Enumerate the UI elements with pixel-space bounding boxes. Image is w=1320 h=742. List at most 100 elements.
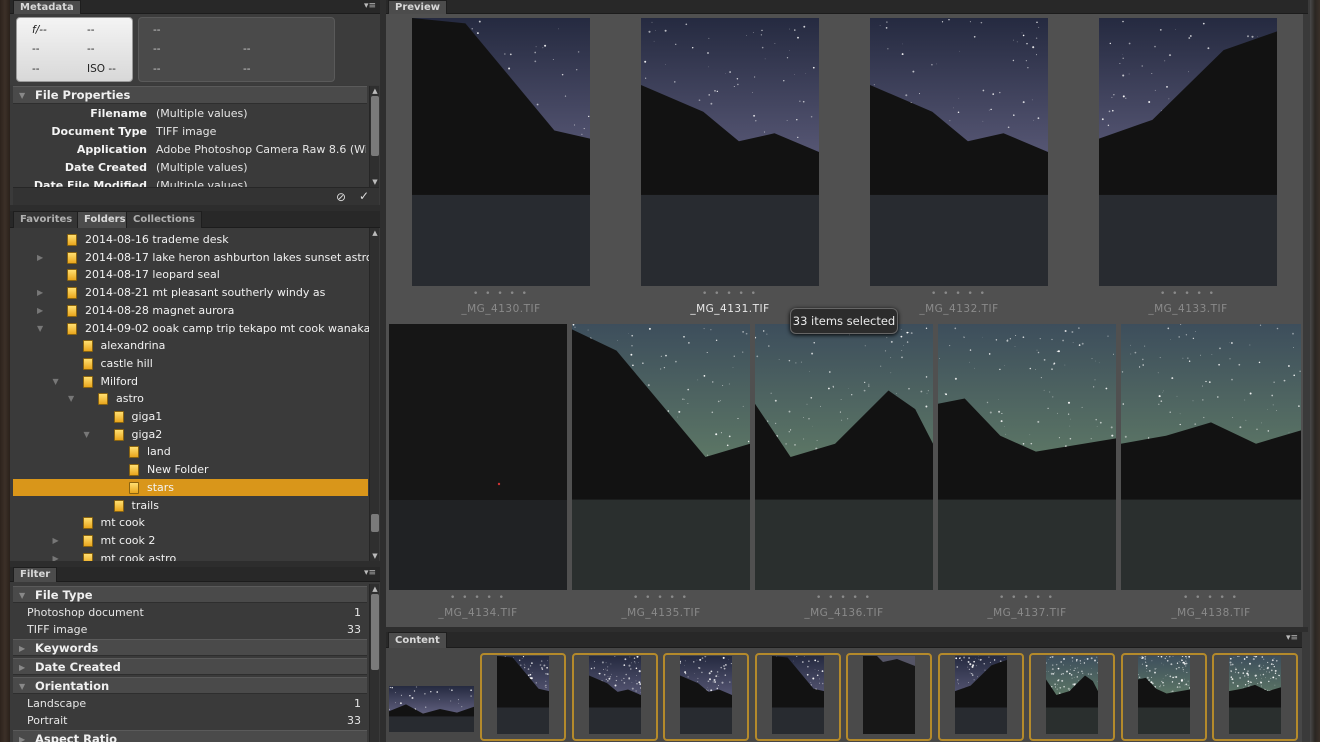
preview-image[interactable]	[870, 18, 1048, 286]
panel-menu-icon[interactable]: ▾≡	[364, 567, 376, 580]
folder-item[interactable]: ▶ 2014-08-17 lake heron ashburton lakes s…	[13, 249, 369, 266]
rating-dots[interactable]: • • • • •	[870, 290, 1048, 299]
scroll-thumb[interactable]	[371, 594, 379, 670]
scroll-thumb[interactable]	[371, 514, 379, 532]
rating-dots[interactable]: • • • • •	[572, 594, 750, 603]
filter-row[interactable]: Landscape 1	[13, 695, 367, 712]
tab-collections[interactable]: Collections	[126, 211, 202, 228]
preview-image[interactable]	[1121, 324, 1301, 590]
folder-item[interactable]: ▼ giga2	[13, 426, 368, 443]
rating-dots[interactable]: • • • • •	[1121, 594, 1301, 603]
scroll-down-arrow-icon[interactable]: ▼	[371, 552, 379, 560]
content-thumbnail[interactable]	[1029, 653, 1115, 741]
tab-preview[interactable]: Preview	[388, 0, 448, 14]
collapsed-triangle-icon[interactable]: ▶	[53, 550, 63, 561]
folder-item[interactable]: ▼ astro	[13, 390, 368, 407]
property-value[interactable]: (Multiple values)	[156, 105, 366, 122]
folder-item[interactable]: 2014-08-17 leopard seal	[13, 266, 368, 283]
folder-item[interactable]: New Folder	[13, 461, 368, 478]
property-value[interactable]: TIFF image	[156, 123, 366, 140]
folder-item[interactable]: ▶ mt cook astro	[13, 550, 368, 561]
rating-dots[interactable]: • • • • •	[938, 594, 1116, 603]
cancel-icon[interactable]: ⊘	[336, 190, 346, 204]
preview-image[interactable]	[938, 324, 1116, 590]
content-thumbnail[interactable]	[389, 686, 474, 732]
folder-label: 2014-08-17 lake heron ashburton lakes su…	[85, 250, 369, 264]
tab-favorites[interactable]: Favorites	[13, 211, 80, 228]
folder-item[interactable]: stars	[13, 478, 368, 496]
filter-row[interactable]: TIFF image 33	[13, 621, 367, 638]
preview-image[interactable]	[572, 324, 750, 590]
panel-menu-icon[interactable]: ▾≡	[364, 0, 376, 13]
rating-dots[interactable]: • • • • •	[389, 594, 567, 603]
folder-item[interactable]: trails	[13, 497, 368, 514]
property-value[interactable]: Adobe Photoshop Camera Raw 8.6 (Wind...	[156, 141, 366, 158]
property-value[interactable]: (Multiple values)	[156, 159, 366, 176]
folder-item[interactable]: giga1	[13, 408, 368, 425]
filter-section-header[interactable]: ▼ File Type	[13, 586, 367, 603]
panel-menu-icon[interactable]: ▾≡	[1286, 632, 1298, 645]
collapsed-triangle-icon[interactable]: ▶	[37, 249, 47, 266]
scroll-up-arrow-icon[interactable]: ▲	[371, 229, 379, 237]
expanded-triangle-icon[interactable]: ▼	[53, 373, 63, 390]
folder-item[interactable]: mt cook	[13, 514, 368, 531]
content-thumbnail[interactable]	[1120, 653, 1207, 741]
scroll-down-arrow-icon[interactable]: ▼	[371, 178, 379, 186]
filter-section-header[interactable]: ▶ Date Created	[13, 658, 367, 675]
filter-section-header[interactable]: ▶ Keywords	[13, 639, 367, 656]
rating-dots[interactable]: • • • • •	[412, 290, 590, 299]
folders-scrollbar[interactable]: ▲ ▼	[369, 228, 379, 561]
thumbnail-image	[771, 656, 824, 734]
filter-scrollbar[interactable]: ▲	[369, 584, 379, 742]
scroll-thumb[interactable]	[371, 96, 379, 156]
folder-item[interactable]: alexandrina	[13, 337, 368, 354]
expanded-triangle-icon[interactable]: ▼	[37, 320, 47, 337]
scroll-up-arrow-icon[interactable]: ▲	[371, 87, 379, 95]
content-thumbnail[interactable]	[480, 653, 566, 741]
filter-row[interactable]: Photoshop document 1	[13, 604, 367, 621]
collapsed-triangle-icon[interactable]: ▶	[53, 532, 63, 549]
folder-icon	[67, 234, 77, 246]
rating-dots[interactable]: • • • • •	[755, 594, 933, 603]
expanded-triangle-icon[interactable]: ▼	[84, 426, 94, 443]
content-thumbnail[interactable]	[663, 653, 749, 741]
collapsed-triangle-icon[interactable]: ▶	[37, 302, 47, 319]
file-properties-header[interactable]: ▼ File Properties	[13, 86, 367, 104]
folder-item[interactable]: ▶ 2014-08-28 magnet aurora	[13, 302, 368, 319]
property-key: Application	[76, 143, 147, 156]
folder-item[interactable]: 2014-08-16 trademe desk	[13, 231, 368, 248]
preview-image[interactable]	[641, 18, 819, 286]
folder-item[interactable]: land	[13, 443, 368, 460]
preview-image[interactable]	[1099, 18, 1277, 286]
content-thumbnail[interactable]	[846, 653, 932, 741]
rating-dots[interactable]: • • • • •	[641, 290, 819, 299]
filter-section-title: File Type	[35, 588, 93, 602]
scroll-up-arrow-icon[interactable]: ▲	[371, 585, 379, 593]
filter-section-header[interactable]: ▶ Aspect Ratio	[13, 730, 367, 742]
content-thumbnail[interactable]	[937, 653, 1024, 741]
folder-item[interactable]: ▼ Milford	[13, 373, 368, 390]
tab-content[interactable]: Content	[388, 632, 447, 648]
folder-item[interactable]: castle hill	[13, 355, 368, 372]
rating-dots[interactable]: • • • • •	[1099, 290, 1277, 299]
tab-folders[interactable]: Folders	[77, 211, 133, 228]
content-thumbnail[interactable]	[571, 653, 658, 741]
folder-item[interactable]: ▶ mt cook 2	[13, 532, 368, 549]
content-thumbnail[interactable]	[754, 653, 841, 741]
apply-check-icon[interactable]: ✓	[359, 189, 369, 203]
preview-image[interactable]	[755, 324, 933, 590]
tab-metadata[interactable]: Metadata	[13, 0, 81, 14]
folder-label: mt cook 2	[100, 533, 156, 547]
metadata-scrollbar[interactable]: ▲ ▼	[369, 86, 379, 187]
filter-row[interactable]: Portrait 33	[13, 712, 367, 729]
folder-item[interactable]: ▼ 2014-09-02 ooak camp trip tekapo mt coo…	[13, 320, 369, 337]
preview-image[interactable]	[389, 324, 567, 590]
property-value[interactable]: (Multiple values)	[156, 177, 366, 187]
folder-item[interactable]: ▶ 2014-08-21 mt pleasant southerly windy …	[13, 284, 368, 301]
expanded-triangle-icon[interactable]: ▼	[68, 390, 78, 407]
collapsed-triangle-icon[interactable]: ▶	[37, 284, 47, 301]
filter-section-header[interactable]: ▼ Orientation	[13, 677, 367, 694]
tab-filter[interactable]: Filter	[13, 567, 58, 582]
preview-image[interactable]	[412, 18, 590, 286]
content-thumbnail[interactable]	[1212, 653, 1298, 741]
